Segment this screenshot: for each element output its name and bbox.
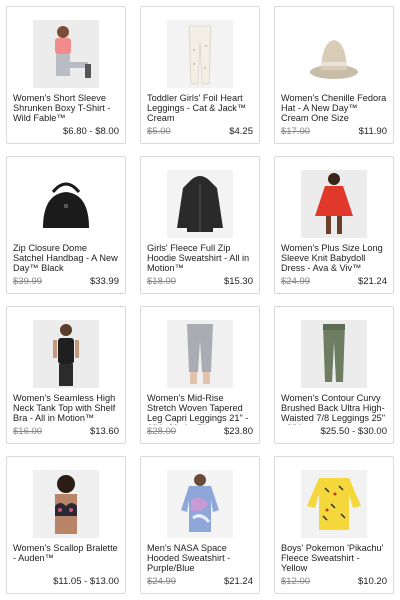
product-title[interactable]: Women's Contour Curvy Brushed Back Ultra… (281, 393, 387, 425)
price-row: $39.99 $33.99 (13, 275, 119, 287)
product-title[interactable]: Women's Chenille Fedora Hat - A New Day™… (281, 93, 387, 123)
product-card[interactable]: Women's Chenille Fedora Hat - A New Day™… (274, 6, 394, 144)
price-row: $18.00 $15.30 (147, 275, 253, 287)
product-title[interactable]: Women's Seamless High Neck Tank Top with… (13, 393, 119, 423)
green-leggings-image (301, 320, 367, 388)
product-card[interactable]: Women's Seamless High Neck Tank Top with… (6, 306, 126, 444)
price-row: $6.80 - $8.00 (13, 125, 119, 137)
grey-capri-image (167, 320, 233, 388)
price-row: $5.00 $4.25 (147, 125, 253, 137)
sale-price: $13.60 (89, 426, 119, 437)
product-image[interactable] (33, 320, 99, 388)
price-row: $11.05 - $13.00 (13, 575, 119, 587)
product-card[interactable]: Girls' Fleece Full Zip Hoodie Sweatshirt… (140, 156, 260, 294)
product-image[interactable] (167, 20, 233, 88)
product-title[interactable]: Zip Closure Dome Satchel Handbag - A New… (13, 243, 119, 273)
product-card[interactable]: Women's Mid-Rise Stretch Woven Tapered L… (140, 306, 260, 444)
price-row: $24.99 $21.24 (147, 575, 253, 587)
product-title[interactable]: Toddler Girls' Foil Heart Leggings - Cat… (147, 93, 253, 123)
sale-price: $25.50 - $30.00 (320, 426, 387, 437)
original-price: $24.99 (281, 276, 311, 287)
price-row: $28.00 $23.80 (147, 425, 253, 437)
black-hoodie-image (167, 170, 233, 238)
black-handbag-image (33, 170, 99, 238)
product-title[interactable]: Girls' Fleece Full Zip Hoodie Sweatshirt… (147, 243, 253, 273)
sale-price: $33.99 (89, 276, 119, 287)
product-title[interactable]: Men's NASA Space Hooded Sweatshirt - Pur… (147, 543, 253, 573)
product-image[interactable] (33, 170, 99, 238)
product-image[interactable] (301, 320, 367, 388)
product-image[interactable] (167, 320, 233, 388)
product-card[interactable]: Toddler Girls' Foil Heart Leggings - Cat… (140, 6, 260, 144)
product-image[interactable] (301, 170, 367, 238)
sale-price: $21.24 (357, 276, 387, 287)
black-tank-top-image (33, 320, 99, 388)
product-card[interactable]: Women's Scallop Bralette - Auden™ $11.05… (6, 456, 126, 594)
sale-price: $23.80 (223, 426, 253, 437)
sale-price: $4.25 (229, 126, 253, 137)
product-card[interactable]: Zip Closure Dome Satchel Handbag - A New… (6, 156, 126, 294)
original-price: $5.00 (147, 126, 171, 137)
product-card[interactable]: Women's Contour Curvy Brushed Back Ultra… (274, 306, 394, 444)
sale-price: $10.20 (357, 576, 387, 587)
cream-leggings-image (167, 20, 233, 88)
original-price: $12.00 (281, 576, 311, 587)
product-image[interactable] (33, 20, 99, 88)
product-grid: Women's Short Sleeve Shrunken Boxy T-Shi… (0, 0, 400, 600)
product-card[interactable]: Women's Short Sleeve Shrunken Boxy T-Shi… (6, 6, 126, 144)
product-image[interactable] (301, 470, 367, 538)
sale-price: $6.80 - $8.00 (63, 126, 119, 137)
product-title[interactable]: Boys' Pokemon 'Pikachu' Fleece Sweatshir… (281, 543, 387, 573)
product-title[interactable]: Women's Plus Size Long Sleeve Knit Babyd… (281, 243, 387, 273)
price-row: $16.00 $13.60 (13, 425, 119, 437)
original-price: $18.00 (147, 276, 177, 287)
original-price: $24.99 (147, 576, 177, 587)
sale-price: $15.30 (223, 276, 253, 287)
product-card[interactable]: Women's Plus Size Long Sleeve Knit Babyd… (274, 156, 394, 294)
original-price: $39.99 (13, 276, 43, 287)
sale-price: $21.24 (223, 576, 253, 587)
price-row: $12.00 $10.20 (281, 575, 387, 587)
product-image[interactable] (167, 170, 233, 238)
original-price: $28.00 (147, 426, 177, 437)
price-row: $24.99 $21.24 (281, 275, 387, 287)
original-price: $17.00 (281, 126, 311, 137)
product-image[interactable] (167, 470, 233, 538)
product-title[interactable]: Women's Mid-Rise Stretch Woven Tapered L… (147, 393, 253, 425)
product-image[interactable] (33, 470, 99, 538)
model-pink-tshirt-image (33, 20, 99, 88)
sale-price: $11.05 - $13.00 (53, 576, 119, 587)
original-price: $16.00 (13, 426, 43, 437)
price-row: $25.50 - $30.00 (281, 425, 387, 437)
product-card[interactable]: Boys' Pokemon 'Pikachu' Fleece Sweatshir… (274, 456, 394, 594)
product-image[interactable] (301, 20, 367, 88)
red-dress-image (301, 170, 367, 238)
yellow-sweatshirt-image (301, 470, 367, 538)
price-row: $17.00 $11.90 (281, 125, 387, 137)
product-title[interactable]: Women's Scallop Bralette - Auden™ (13, 543, 119, 563)
fedora-hat-image (301, 20, 367, 88)
product-title[interactable]: Women's Short Sleeve Shrunken Boxy T-Shi… (13, 93, 119, 123)
product-card[interactable]: Men's NASA Space Hooded Sweatshirt - Pur… (140, 456, 260, 594)
tie-dye-hoodie-image (167, 470, 233, 538)
sale-price: $11.90 (358, 126, 387, 137)
floral-bralette-image (33, 470, 99, 538)
